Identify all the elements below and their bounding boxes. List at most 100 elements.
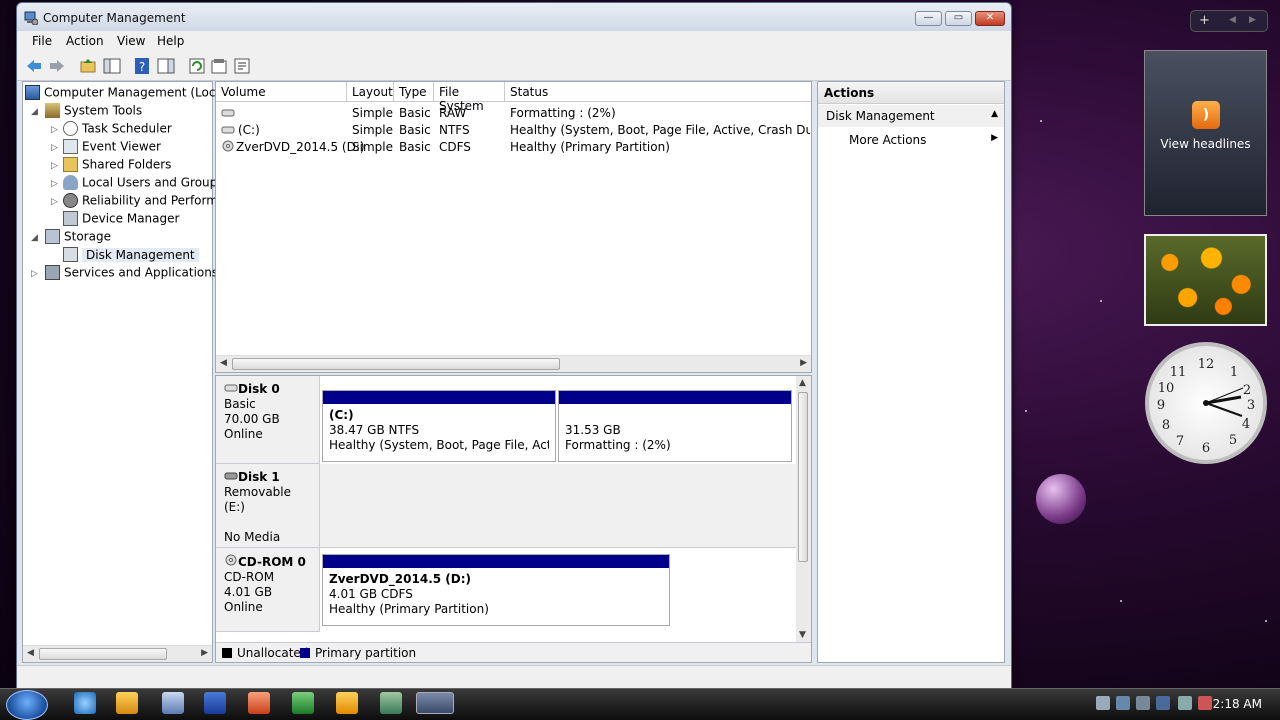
table-cell[interactable]: Basic (399, 123, 431, 137)
column-header-status[interactable]: Status (505, 82, 811, 102)
table-cell[interactable]: Basic (399, 106, 431, 120)
scroll-up-icon[interactable]: ▲ (799, 378, 806, 388)
export-list-icon[interactable] (233, 57, 251, 75)
action-more-actions[interactable]: More Actions ▶ (818, 129, 1004, 151)
table-cell[interactable]: Simple (352, 123, 393, 137)
next-icon[interactable]: ▶ (1249, 15, 1256, 25)
scroll-thumb[interactable] (798, 392, 808, 562)
table-cell[interactable]: ZverDVD_2014.5 (D:) (236, 140, 365, 154)
action-section-disk-management[interactable]: Disk Management ▲ (818, 105, 1004, 127)
menu-view[interactable]: View (117, 34, 145, 48)
scroll-right-icon[interactable]: ▶ (800, 358, 807, 368)
tray-app-icon[interactable] (1136, 696, 1150, 710)
minimize-button[interactable]: — (915, 11, 942, 26)
word-icon[interactable] (204, 692, 226, 714)
menu-action[interactable]: Action (66, 34, 104, 48)
collapse-triangle-icon[interactable]: ◢ (31, 107, 38, 117)
column-header-type[interactable]: Type (394, 82, 434, 102)
tree-item-system-tools[interactable]: System Tools (45, 103, 142, 121)
tree-item-device-manager[interactable]: Device Manager (63, 211, 179, 229)
menu-help[interactable]: Help (157, 34, 184, 48)
scroll-left-icon[interactable]: ◀ (220, 358, 227, 368)
show-hide-tree-icon[interactable] (103, 57, 121, 75)
expand-triangle-icon[interactable]: ▷ (51, 197, 58, 207)
tree-item-reliability[interactable]: Reliability and Performa (63, 193, 225, 211)
tree-item-services[interactable]: Services and Applications (45, 265, 218, 283)
maximize-button[interactable]: ▭ (945, 11, 972, 26)
clock-time[interactable]: 2:18 AM (1213, 697, 1262, 711)
expand-triangle-icon[interactable]: ▷ (51, 161, 58, 171)
refresh-icon[interactable] (188, 57, 206, 75)
disk-0-info[interactable]: Disk 0 Basic 70.00 GB Online (216, 376, 320, 464)
collapse-triangle-icon[interactable]: ◢ (31, 233, 38, 243)
switch-windows-icon[interactable] (162, 692, 184, 714)
partition-d[interactable]: ZverDVD_2014.5 (D:) 4.01 GB CDFS Healthy… (322, 554, 670, 626)
previous-icon[interactable]: ◀ (1229, 15, 1236, 25)
tree-item-event-viewer[interactable]: Event Viewer (63, 139, 161, 157)
show-hide-action-pane-icon[interactable] (157, 57, 175, 75)
tray-volume-muted-icon[interactable] (1198, 696, 1212, 710)
title-bar[interactable]: Computer Management — ▭ ✕ (17, 3, 1011, 31)
help-icon[interactable]: ? (133, 57, 151, 75)
scroll-down-icon[interactable]: ▼ (799, 630, 806, 640)
feed-headlines-gadget[interactable]: ) View headlines (1144, 50, 1267, 216)
up-folder-icon[interactable] (79, 57, 97, 75)
back-arrow-icon[interactable] (25, 57, 43, 75)
tray-display-icon[interactable] (1116, 696, 1130, 710)
menu-file[interactable]: File (32, 34, 52, 48)
table-cell[interactable]: NTFS (439, 123, 470, 137)
table-cell[interactable]: Simple (352, 140, 393, 154)
table-cell[interactable]: Formatting : (2%) (510, 106, 616, 120)
properties-icon[interactable] (210, 57, 228, 75)
scroll-thumb[interactable] (232, 358, 560, 370)
expand-triangle-icon[interactable]: ▷ (51, 125, 58, 135)
table-cell[interactable]: Simple (352, 106, 393, 120)
cdrom-0-info[interactable]: CD-ROM 0 CD-ROM 4.01 GB Online (216, 548, 320, 632)
tree-item-local-users[interactable]: Local Users and Groups (63, 175, 224, 193)
forward-arrow-icon[interactable] (48, 57, 66, 75)
tray-network-icon[interactable] (1096, 696, 1110, 710)
clock-gadget[interactable]: 12 1 2 3 45 6 78 9 10 11 (1145, 342, 1267, 464)
column-header-volume[interactable]: Volume (216, 82, 347, 102)
add-gadget-icon[interactable]: + (1199, 13, 1210, 28)
excel-icon[interactable] (292, 692, 314, 714)
scroll-left-icon[interactable]: ◀ (27, 648, 34, 658)
expand-triangle-icon[interactable]: ▷ (51, 179, 58, 189)
table-cell[interactable]: Healthy (Primary Partition) (510, 140, 670, 154)
media-player-icon[interactable] (116, 692, 138, 714)
collapse-arrow-icon[interactable]: ▲ (991, 109, 998, 119)
table-cell[interactable]: Basic (399, 140, 431, 154)
column-header-layout[interactable]: Layout (347, 82, 394, 102)
table-cell[interactable]: (C:) (238, 123, 260, 137)
scroll-thumb[interactable] (39, 648, 167, 660)
start-button[interactable] (6, 690, 48, 720)
close-button[interactable]: ✕ (975, 11, 1005, 26)
table-cell[interactable]: CDFS (439, 140, 471, 154)
sidebar-controls[interactable]: + ◀ ▶ (1190, 10, 1268, 32)
powerpoint-icon[interactable] (248, 692, 270, 714)
view-headlines-link[interactable]: View headlines (1145, 137, 1266, 151)
network-program-icon[interactable] (380, 692, 402, 714)
expand-triangle-icon[interactable]: ▷ (51, 143, 58, 153)
computer-management-taskbar-icon[interactable] (416, 692, 454, 714)
table-cell[interactable]: RAW (439, 106, 466, 120)
tree-item-root[interactable]: Computer Management (Local (25, 85, 226, 103)
tree-item-shared-folders[interactable]: Shared Folders (63, 157, 171, 175)
disk-vertical-scrollbar[interactable]: ▲ ▼ (796, 376, 811, 642)
volume-horizontal-scrollbar[interactable]: ◀ ▶ (216, 355, 811, 372)
tree-item-disk-management[interactable]: Disk Management (63, 247, 199, 265)
tree-item-task-scheduler[interactable]: Task Scheduler (63, 121, 172, 139)
scroll-right-icon[interactable]: ▶ (201, 648, 208, 658)
column-header-file-system[interactable]: File System (434, 82, 505, 113)
tray-monitor-icon[interactable] (1178, 696, 1192, 710)
expand-triangle-icon[interactable]: ▷ (31, 269, 38, 279)
tree-horizontal-scrollbar[interactable]: ◀ ▶ (23, 645, 212, 662)
internet-explorer-icon[interactable] (74, 692, 96, 714)
tree-item-storage[interactable]: Storage (45, 229, 111, 247)
slideshow-gadget[interactable] (1144, 234, 1267, 326)
outlook-icon[interactable] (336, 692, 358, 714)
tray-app-icon[interactable] (1156, 696, 1170, 710)
partition-c[interactable]: (C:) 38.47 GB NTFS Healthy (System, Boot… (322, 390, 556, 462)
disk-1-info[interactable]: Disk 1 Removable (E:) No Media (216, 464, 320, 548)
table-cell[interactable]: Healthy (System, Boot, Page File, Active… (510, 123, 810, 137)
